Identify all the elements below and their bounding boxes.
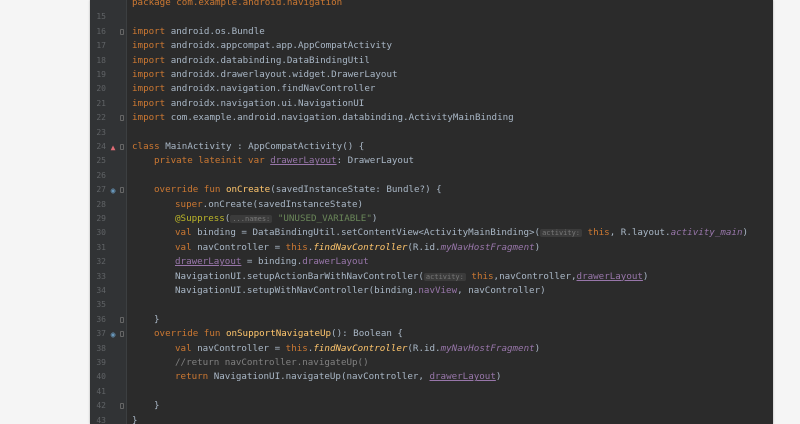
override-icon[interactable]: ◉ — [108, 330, 118, 339]
code-line[interactable]: 35 NavigationUI.setupWithNavController(b… — [90, 284, 773, 309]
code-line[interactable]: 37 } — [90, 313, 773, 338]
code-line[interactable]: 42 — [90, 385, 773, 410]
code-line[interactable]: 27 — [90, 169, 773, 194]
code-line[interactable]: 21 import androidx.navigation.findNavCon… — [90, 82, 773, 107]
code-line[interactable]: 22 import androidx.navigation.ui.Navigat… — [90, 97, 773, 122]
code-line[interactable]: 31 val binding = DataBindingUtil.setCont… — [90, 226, 773, 251]
code-line[interactable]: 40 //return navController.navigateUp() — [90, 356, 773, 381]
run-activity-icon[interactable]: ▲ — [108, 143, 118, 152]
code-line[interactable]: 34 NavigationUI.setupActionBarWithNavCon… — [90, 270, 773, 295]
code-line[interactable]: 30 @Suppress(...names: "UNUSED_VARIABLE"… — [90, 212, 773, 237]
code-text: //return navController.navigateUp() — [175, 357, 369, 368]
code-text: return NavigationUI.navigateUp(navContro… — [175, 371, 502, 383]
code-line[interactable]: 28 ◉ override fun onCreate(savedInstance… — [90, 183, 773, 208]
code-line[interactable]: 23 import com.example.android.navigation… — [90, 111, 773, 136]
code-text: super.onCreate(savedInstanceState) — [175, 198, 364, 210]
code-line[interactable]: 26 private lateinit var drawerLayout: Dr… — [90, 154, 773, 179]
code-line[interactable]: 33 drawerLayout = binding.drawerLayout — [90, 255, 773, 280]
code-line[interactable]: 29 super.onCreate(savedInstanceState) — [90, 198, 773, 223]
code-line[interactable]: 24 — [90, 126, 773, 151]
code-line[interactable]: 18 import androidx.appcompat.app.AppComp… — [90, 39, 773, 64]
code-text: private lateinit var drawerLayout: Drawe… — [154, 155, 415, 167]
code-text: @Suppress(...names: "UNUSED_VARIABLE") — [175, 213, 378, 224]
fold-marker-icon[interactable] — [120, 187, 124, 194]
code-text: package com.example.android.navigation — [132, 0, 343, 8]
param-hint: activity: — [423, 272, 466, 281]
code-text: override fun onCreate(savedInstanceState… — [154, 184, 442, 196]
fold-marker-icon[interactable] — [120, 316, 124, 323]
code-text: import androidx.appcompat.app.AppCompatA… — [132, 40, 392, 52]
code-text: val navController = this.findNavControll… — [175, 342, 541, 354]
fold-marker-icon[interactable] — [120, 331, 124, 338]
fold-marker-icon[interactable] — [120, 403, 124, 410]
fold-marker-icon[interactable] — [120, 28, 124, 35]
code-editor[interactable]: 15 package com.example.android.navigatio… — [90, 0, 773, 424]
code-line[interactable]: 15 package com.example.android.navigatio… — [90, 0, 773, 21]
code-line[interactable]: 16 — [90, 10, 773, 36]
code-text: import androidx.navigation.ui.Navigation… — [132, 97, 365, 109]
code-text: } — [154, 313, 160, 325]
code-text: import androidx.databinding.DataBindingU… — [132, 54, 370, 66]
code-text: import androidx.drawerlayout.widget.Draw… — [132, 69, 398, 80]
code-text: NavigationUI.setupWithNavController(bind… — [175, 285, 546, 296]
param-hint: ...names: — [230, 215, 273, 223]
fold-marker-icon[interactable] — [120, 144, 124, 150]
code-line[interactable]: 17 import android.os.Bundle — [90, 25, 773, 50]
code-line[interactable]: 44 } — [90, 414, 773, 424]
code-text: class MainActivity : AppCompatActivity()… — [132, 141, 365, 152]
code-text: val navController = this.findNavControll… — [175, 241, 541, 253]
code-text: import android.os.Bundle — [132, 25, 265, 37]
code-line[interactable]: 43 } — [90, 399, 773, 424]
param-hint: activity: — [540, 229, 583, 238]
override-icon[interactable]: ◉ — [108, 186, 118, 195]
code-line[interactable]: 32 val navController = this.findNavContr… — [90, 241, 773, 266]
code-line[interactable]: 41 return NavigationUI.navigateUp(navCon… — [90, 370, 773, 395]
code-text: } — [132, 414, 138, 424]
code-line[interactable]: 25 ▲ class MainActivity : AppCompatActiv… — [90, 140, 773, 165]
code-text: val binding = DataBindingUtil.setContent… — [175, 227, 749, 239]
code-text: override fun onSupportNavigateUp(): Bool… — [154, 328, 403, 340]
code-line[interactable]: 36 — [90, 298, 773, 324]
code-text: import androidx.navigation.findNavContro… — [132, 83, 376, 95]
code-text: drawerLayout = binding.drawerLayout — [175, 256, 369, 268]
fold-marker-icon[interactable] — [120, 115, 124, 122]
code-text: NavigationUI.setupActionBarWithNavContro… — [175, 270, 649, 282]
code-text: import com.example.android.navigation.da… — [132, 112, 514, 124]
code-line[interactable]: 20 import androidx.drawerlayout.widget.D… — [90, 68, 773, 93]
code-text: } — [154, 400, 160, 412]
code-line[interactable]: 38 ◉ override fun onSupportNavigateUp():… — [90, 327, 773, 352]
code-line[interactable]: 39 val navController = this.findNavContr… — [90, 342, 773, 367]
code-line[interactable]: 19 import androidx.databinding.DataBindi… — [90, 54, 773, 79]
